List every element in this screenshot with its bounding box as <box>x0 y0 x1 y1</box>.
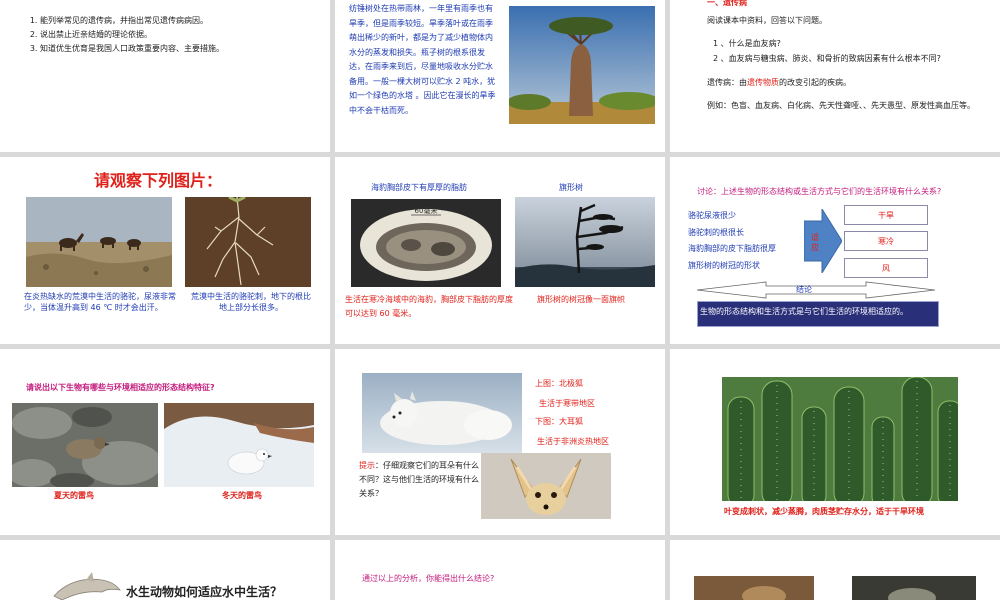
slide-cactus[interactable]: 叶变成刺状，减少蒸腾，肉质茎贮存水分，适于干旱环境 <box>670 349 1000 535</box>
adapt-arrow-label: 适应 <box>811 233 819 252</box>
definition-keyword: 遗传物质 <box>747 78 779 87</box>
arctic-fox-habitat: 生活于寒带地区 <box>539 399 595 408</box>
flag-tree-image <box>515 197 655 287</box>
environment-cold-text: 寒冷 <box>878 236 894 246</box>
environment-drought: 干旱 <box>844 205 928 225</box>
seal-cross-section-image: 60毫米 <box>351 199 501 287</box>
environment-wind-text: 风 <box>882 263 890 273</box>
disease-examples: 例如：色盲、血友病、白化病、先天性聋哑、、先天愚型、原发性高血压等。 <box>707 101 975 110</box>
cactus-image <box>722 377 958 501</box>
camel-desert-image <box>26 197 172 287</box>
flag-tree-label: 旗形树 <box>559 183 583 192</box>
slide-aquatic[interactable]: 水生动物如何适应水中生活？ <box>0 540 330 600</box>
trait-4: 旗形树的树冠的形状 <box>688 261 760 270</box>
winter-ptarmigan-image <box>164 403 314 487</box>
flag-tree-caption: 旗形树的树冠像一面旗帜 <box>537 295 625 304</box>
environment-drought-text: 干旱 <box>878 210 894 220</box>
aquatic-title: 水生动物如何适应水中生活？ <box>126 585 283 599</box>
arctic-fox-image <box>362 373 522 453</box>
summer-ptarmigan-caption: 夏天的雷鸟 <box>54 491 94 500</box>
slide-foxes[interactable]: 上图：北极狐 生活于寒带地区 下图：大耳狐 生活于非洲炎热地区 提示：仔细观察它… <box>335 349 665 535</box>
animal-photo-right <box>852 576 976 600</box>
question-difference: 2 、血友病与糖虫病、肺炎、和骨折的致病因素有什么根本不同? <box>713 54 941 63</box>
slide-animals[interactable] <box>670 540 1000 600</box>
objectives-list: 能列举常见的遗传病，并指出常见遗传病病因。 说出禁止近亲结婚的理论依据。 知道优… <box>26 14 330 56</box>
camelthorn-root-image <box>185 197 311 287</box>
seal-caption: 生活在寒冷海域中的海豹，胸部皮下脂肪的厚度可以达到 60 毫米。 <box>345 295 513 318</box>
discussion-question: 讨论：上述生物的形态结构或生活方式与它们的生活环境有什么关系? <box>697 187 942 196</box>
slide-baobab[interactable]: 纺锤树处在热带雨林，一年里有雨季也有旱季，但是雨季较短。旱季落叶或在雨季萌出稀少… <box>335 0 665 152</box>
fox-hint: 提示：仔细观察它们的耳朵有什么不同？这与他们生活的环境有什么关系？ <box>359 459 481 501</box>
reading-instruction: 阅读课本中资料，回答以下问题。 <box>707 16 827 25</box>
genetic-disease-heading: 一、遗传病 <box>707 0 747 7</box>
conclusion-prompt: 通过以上的分析，你能得出什么结论? <box>362 574 495 583</box>
observe-title: 请观察下列图片： <box>94 171 223 190</box>
objective-1: 能列举常见的遗传病，并指出常见遗传病病因。 <box>40 14 330 28</box>
trait-2: 骆驼刺的根很长 <box>688 228 744 237</box>
camelthorn-caption: 荒漠中生活的骆驼刺，地下的根比地上部分长很多。 <box>191 292 311 312</box>
hint-text: ：仔细观察它们的耳朵有什么不同？这与他们生活的环境有什么关系？ <box>359 461 479 498</box>
environment-cold: 寒冷 <box>844 231 928 251</box>
trait-3: 海豹胸部的皮下脂肪很厚 <box>688 244 776 253</box>
definition-prefix: 遗传病：由 <box>707 78 747 87</box>
slide-conclusion-prompt[interactable]: 通过以上的分析，你能得出什么结论? <box>335 540 665 600</box>
objective-2: 说出禁止近亲结婚的理论依据。 <box>40 28 330 42</box>
conclusion-label: 结论 <box>796 285 812 294</box>
cactus-caption: 叶变成刺状，减少蒸腾，肉质茎贮存水分，适于干旱环境 <box>724 507 924 516</box>
conclusion-arrow <box>696 281 936 299</box>
fennec-fox-label: 下图：大耳狐 <box>535 417 583 426</box>
slide-observe-desert[interactable]: 请观察下列图片： 在炎热缺水的荒漠中生活的骆驼，尿液非常少，当体温升高到 46 … <box>0 157 330 344</box>
slide-genetic-disease[interactable]: 一、遗传病 阅读课本中资料，回答以下问题。 1 、什么是血友病? 2 、血友病与… <box>670 0 1000 152</box>
animal-photo-left <box>694 576 814 600</box>
baobab-text: 纺锤树处在热带雨林，一年里有雨季也有旱季，但是雨季较短。旱季落叶或在雨季萌出稀少… <box>349 4 496 115</box>
genetic-disease-definition: 遗传病：由遗传物质的改变引起的疾病。 <box>707 76 851 90</box>
hint-label: 提示 <box>359 461 375 470</box>
environment-wind: 风 <box>844 258 928 278</box>
arctic-fox-label: 上图：北极狐 <box>535 379 583 388</box>
conclusion-text: 生物的形态结构和生活方式是与它们生活的环境相适应的。 <box>700 307 908 316</box>
trait-1: 骆驼尿液很少 <box>688 211 736 220</box>
winter-ptarmigan-caption: 冬天的雷鸟 <box>222 491 262 500</box>
dolphin-image <box>53 572 121 600</box>
seal-fat-label: 海豹胸部皮下有厚厚的脂肪 <box>371 183 467 192</box>
baobab-tree-image <box>509 6 655 124</box>
seal-fat-tag: 60毫米 <box>415 206 438 215</box>
fennec-fox-habitat: 生活于非洲炎热地区 <box>537 437 609 446</box>
objective-3: 知道优生优育是我国人口政策重要内容、主要措施。 <box>40 42 330 56</box>
fennec-fox-image <box>481 453 611 519</box>
adapt-arrow <box>804 209 842 273</box>
summer-ptarmigan-image <box>12 403 158 487</box>
slide-objectives[interactable]: 能列举常见的遗传病，并指出常见遗传病病因。 说出禁止近亲结婚的理论依据。 知道优… <box>0 0 330 152</box>
slide-seal-flagtree[interactable]: 海豹胸部皮下有厚厚的脂肪 旗形树 60毫米 生活在寒冷海域中的海豹，胸部皮下脂肪… <box>335 157 665 344</box>
camel-caption: 在炎热缺水的荒漠中生活的骆驼，尿液非常少，当体温升高到 46 ℃ 时才会出汗。 <box>24 292 176 312</box>
slide-discussion[interactable]: 讨论：上述生物的形态结构或生活方式与它们的生活环境有什么关系? 骆驼尿液很少 骆… <box>670 157 1000 344</box>
definition-suffix: 的改变引起的疾病。 <box>779 78 851 87</box>
question-hemophilia: 1 、什么是血友病? <box>713 39 781 48</box>
ptarmigan-question: 请说出以下生物有哪些与环境相适应的形态结构特征? <box>26 383 215 392</box>
slide-ptarmigan[interactable]: 请说出以下生物有哪些与环境相适应的形态结构特征? 夏天的雷鸟 冬天的雷鸟 <box>0 349 330 535</box>
